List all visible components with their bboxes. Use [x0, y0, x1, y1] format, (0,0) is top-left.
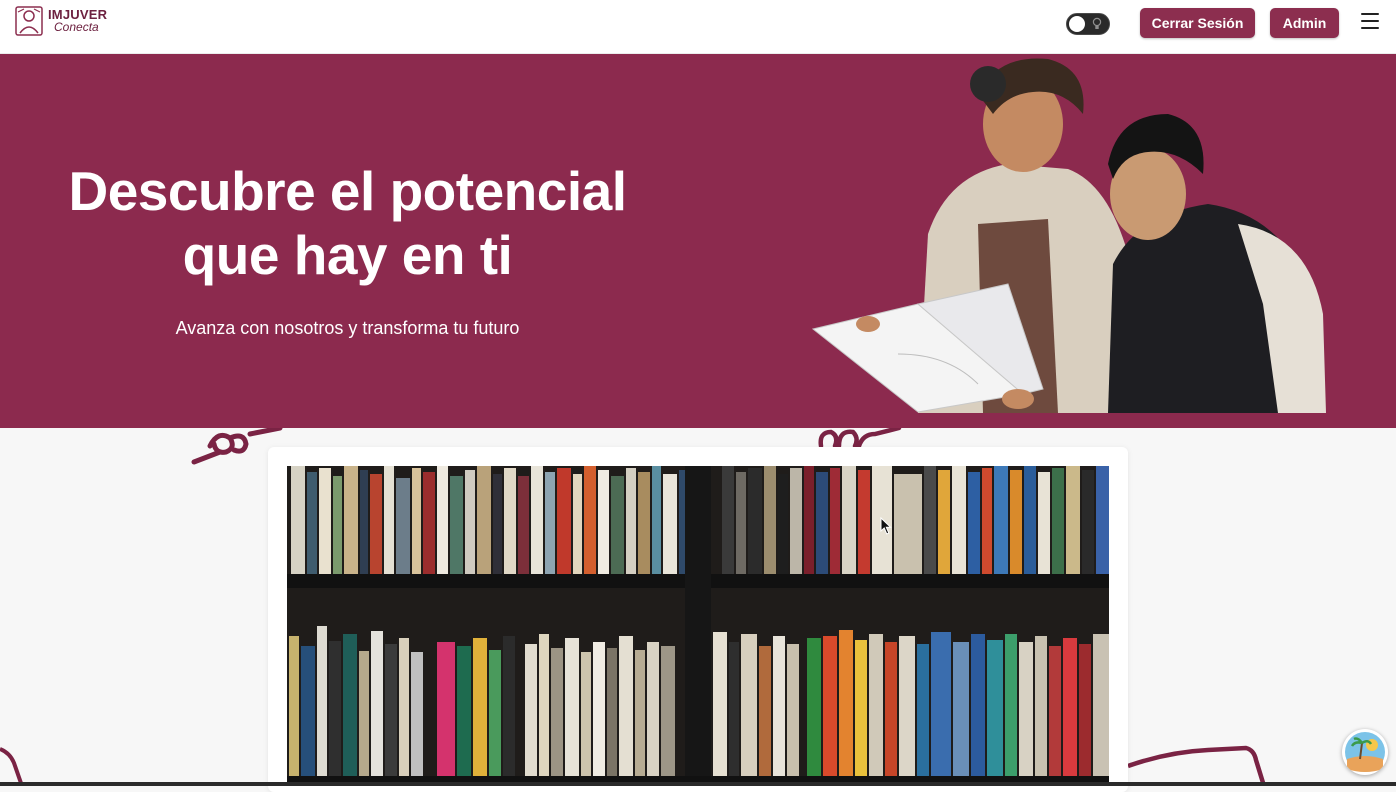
hero-banner: Descubre el potencial que hay en ti Avan…: [0, 54, 1396, 428]
logo-subtitle: Conecta: [54, 20, 99, 34]
decorative-line-bottom-left: [0, 747, 24, 786]
featured-card: [268, 447, 1128, 792]
hamburger-menu-icon[interactable]: [1361, 13, 1379, 29]
chat-assistant-avatar-icon[interactable]: [1342, 729, 1388, 775]
lightbulb-icon: [1092, 17, 1102, 35]
logo-mark-icon: [15, 6, 43, 36]
students-reading-photo: [811, 58, 1326, 413]
imjuver-logo[interactable]: IMJUVER Conecta: [14, 5, 107, 37]
bookshelf-photo: [287, 466, 1109, 782]
toggle-knob: [1069, 16, 1085, 32]
mouse-cursor-icon: [880, 517, 892, 535]
logout-button[interactable]: Cerrar Sesión: [1140, 8, 1255, 38]
hero-title: Descubre el potencial que hay en ti: [68, 160, 627, 286]
main-content: [0, 428, 1396, 792]
bottom-strip: [0, 782, 1396, 786]
logo-text: IMJUVER Conecta: [48, 8, 107, 34]
admin-button[interactable]: Admin: [1270, 8, 1339, 38]
hero-subtitle: Avanza con nosotros y transforma tu futu…: [175, 318, 520, 338]
decorative-line-bottom-right: [1128, 745, 1267, 786]
top-navbar: IMJUVER Conecta Cerrar Sesión Admin: [0, 0, 1396, 54]
theme-toggle[interactable]: [1066, 13, 1110, 35]
